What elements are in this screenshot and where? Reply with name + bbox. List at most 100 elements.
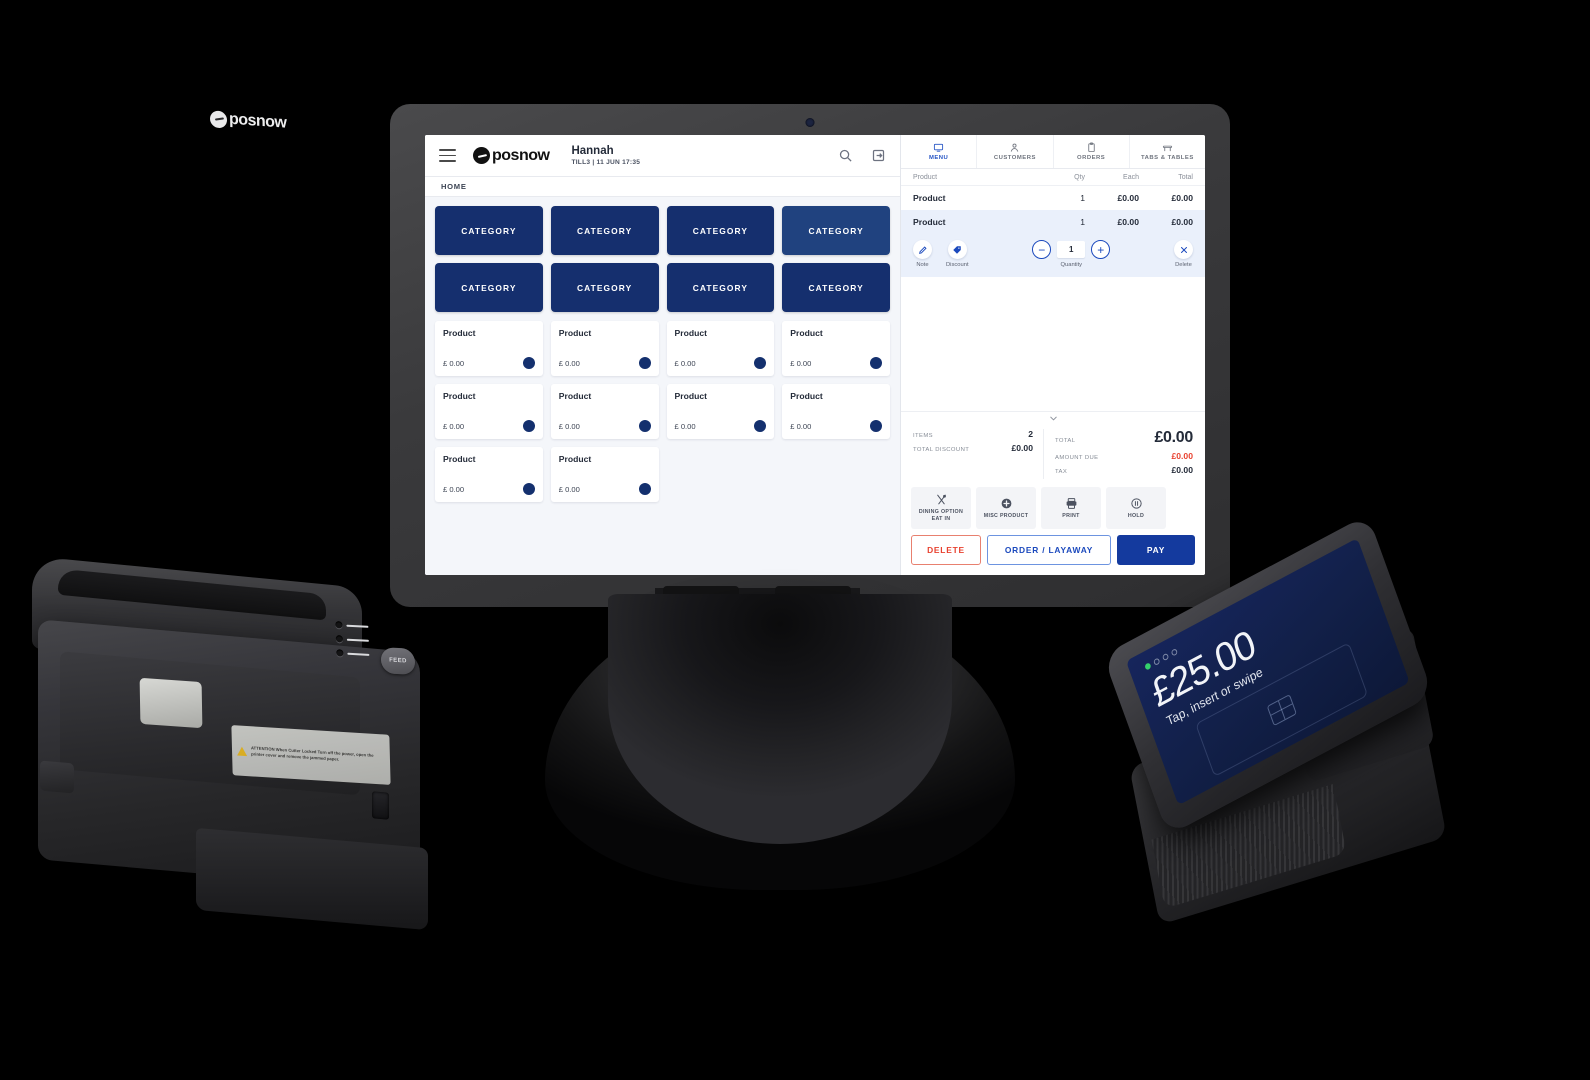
product-grid: Product £ 0.00 Product £ 0.00 Product £ 0.00 P… <box>435 321 890 502</box>
quantity-value[interactable]: 1 <box>1057 241 1086 258</box>
terminal-indicator-dot <box>1153 657 1161 666</box>
note-label: Note <box>916 262 929 268</box>
product-price: £ 0.00 <box>674 421 696 431</box>
tax-value: £0.00 <box>1171 465 1193 475</box>
product-price: £ 0.00 <box>443 421 465 431</box>
search-icon[interactable] <box>838 148 853 163</box>
delete-order-button[interactable]: DELETE <box>911 535 981 565</box>
till-meta: TILL3 | 11 JUN 17:35 <box>571 158 641 166</box>
category-tile[interactable]: CATEGORY <box>435 263 543 312</box>
quantity-decrease-button[interactable]: − <box>1032 240 1052 259</box>
delete-line-label: Delete <box>1175 262 1192 268</box>
items-label: ITEMS <box>913 433 933 439</box>
add-product-button[interactable] <box>638 357 651 369</box>
product-card[interactable]: Product £ 0.00 <box>435 447 543 502</box>
order-layaway-button[interactable]: ORDER / LAYAWAY <box>987 535 1111 565</box>
tab-tabs-tables[interactable]: TABS & TABLES <box>1130 135 1205 168</box>
printer-power-switch[interactable] <box>372 791 389 820</box>
product-card[interactable]: Product £ 0.00 <box>550 384 659 439</box>
login-icon[interactable] <box>871 148 886 163</box>
pay-button[interactable]: PAY <box>1117 535 1195 565</box>
product-price: £ 0.00 <box>443 484 465 494</box>
app-topbar: posnow Hannah TILL3 | 11 JUN 17:35 <box>425 135 900 177</box>
category-tile[interactable]: CATEGORY <box>666 206 775 255</box>
category-tile[interactable]: CATEGORY <box>550 206 659 255</box>
add-product-button[interactable] <box>870 420 882 432</box>
tab-menu[interactable]: MENU <box>901 135 978 168</box>
quantity-increase-button[interactable]: + <box>1091 240 1111 259</box>
expand-totals-button[interactable] <box>901 411 1205 425</box>
category-tile[interactable]: CATEGORY <box>435 206 543 255</box>
discount-button[interactable]: Discount <box>946 240 969 268</box>
product-card[interactable]: Product £ 0.00 <box>550 447 659 502</box>
product-card[interactable]: Product £ 0.00 <box>782 321 890 376</box>
cart-column-headers: Product Qty Each Total <box>901 169 1205 186</box>
category-tile[interactable]: CATEGORY <box>550 263 659 312</box>
delete-line-button[interactable]: Delete <box>1174 240 1193 268</box>
product-name: Product <box>443 454 476 464</box>
printer-brand-text: posnow <box>228 110 287 132</box>
product-card[interactable]: Product £ 0.00 <box>435 384 543 439</box>
add-product-button[interactable] <box>522 483 535 495</box>
tab-orders[interactable]: ORDERS <box>1054 135 1130 168</box>
user-name: Hannah <box>571 144 614 157</box>
tab-label: ORDERS <box>1077 155 1106 161</box>
product-card[interactable]: Product £ 0.00 <box>435 321 543 376</box>
printer-cutter-lever[interactable] <box>139 677 203 729</box>
cutlery-icon <box>935 493 948 506</box>
tax-row: TAX £0.00 <box>1055 465 1193 475</box>
product-name: Product <box>558 454 592 464</box>
printer-led-error <box>335 635 344 643</box>
add-product-button[interactable] <box>754 420 767 432</box>
quick-action-hold[interactable]: HOLD <box>1106 487 1166 529</box>
product-price: £ 0.00 <box>558 358 580 368</box>
col-total: Total <box>1178 174 1193 181</box>
add-product-button[interactable] <box>638 420 651 432</box>
cart-pane: MENU CUSTOMERS ORDERS TABS & TABLES Product… <box>900 135 1205 575</box>
category-tile[interactable]: CATEGORY <box>666 263 775 312</box>
card-payment-terminal: £25.00 Tap, insert or swipe <box>1102 514 1530 925</box>
eposnow-mark-icon <box>473 147 490 164</box>
product-card[interactable]: Product £ 0.00 <box>782 384 890 439</box>
product-price: £ 0.00 <box>558 421 580 431</box>
menu-body: CATEGORY CATEGORY CATEGORY CATEGORY CATEGORY… <box>425 197 900 575</box>
tab-customers[interactable]: CUSTOMERS <box>977 135 1054 168</box>
pos-tablet: posnow Hannah TILL3 | 11 JUN 17:35 HOME … <box>390 104 1230 607</box>
printer-feed-button[interactable]: FEED <box>380 647 416 675</box>
quick-action-misc-product[interactable]: MISC PRODUCT <box>976 487 1036 529</box>
printer-icon <box>1065 497 1078 510</box>
note-button[interactable]: Note <box>913 240 932 268</box>
add-product-button[interactable] <box>638 483 651 495</box>
product-price: £ 0.00 <box>790 421 812 431</box>
product-card[interactable]: Product £ 0.00 <box>550 321 659 376</box>
product-card[interactable]: Product £ 0.00 <box>666 384 775 439</box>
product-name: Product <box>790 328 823 338</box>
add-product-button[interactable] <box>870 357 882 369</box>
quick-action-label: DINING OPTION EAT IN <box>918 509 964 522</box>
tab-label: MENU <box>928 155 949 161</box>
category-tile[interactable]: CATEGORY <box>782 206 890 255</box>
printer-warning-label: ATTENTION When Cutter Locked Turn off th… <box>231 725 391 785</box>
tablet-stand-base <box>545 594 1015 890</box>
add-product-button[interactable] <box>522 420 535 432</box>
quick-action-print[interactable]: PRINT <box>1041 487 1101 529</box>
quick-action-dining-option-eat-in[interactable]: DINING OPTION EAT IN <box>911 487 971 529</box>
stand-bowl <box>608 594 952 844</box>
total-value: £0.00 <box>1154 429 1193 446</box>
add-product-button[interactable] <box>522 357 535 369</box>
till-info: Hannah TILL3 | 11 JUN 17:35 <box>571 145 640 166</box>
cart-row[interactable]: Product 1 £0.00 £0.00 <box>901 186 1205 210</box>
product-price: £ 0.00 <box>558 484 580 494</box>
checkout-buttons: DELETE ORDER / LAYAWAY PAY <box>901 535 1205 575</box>
product-name: Product <box>558 328 592 338</box>
add-product-button[interactable] <box>754 357 767 369</box>
tab-label: CUSTOMERS <box>993 155 1036 161</box>
cart-row[interactable]: Product 1 £0.00 £0.00 <box>901 210 1205 234</box>
hamburger-icon[interactable] <box>439 149 456 162</box>
pencil-icon <box>913 240 932 259</box>
category-grid: CATEGORY CATEGORY CATEGORY CATEGORY CATEGORY… <box>435 206 890 312</box>
product-name: Product <box>558 391 592 401</box>
category-tile[interactable]: CATEGORY <box>782 263 890 312</box>
product-card[interactable]: Product £ 0.00 <box>666 321 775 376</box>
quick-action-label: MISC PRODUCT <box>983 512 1029 519</box>
